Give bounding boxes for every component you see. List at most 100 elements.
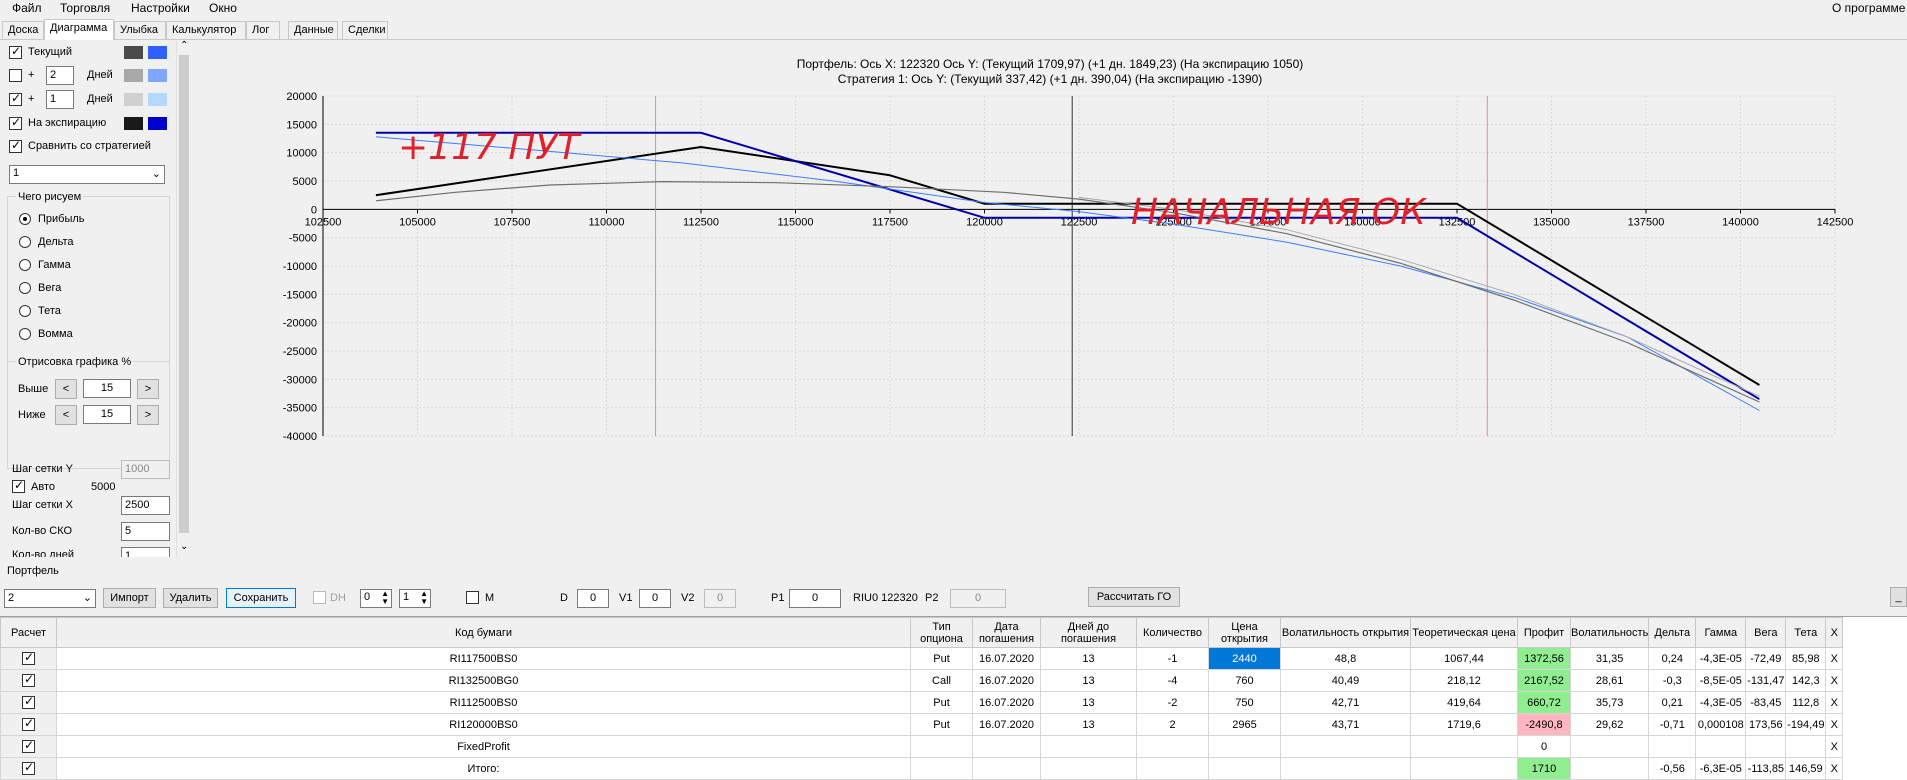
column-header[interactable]: Количество <box>1136 617 1209 648</box>
table-row[interactable]: FixedProfit 0 X <box>0 735 1844 758</box>
tab-smile[interactable]: Улыбка <box>114 21 166 39</box>
calc-checkbox[interactable] <box>22 672 35 687</box>
strategy-select[interactable]: 1 ⌄ <box>9 165 165 184</box>
tab-data[interactable]: Данные <box>288 21 338 39</box>
below-input[interactable]: 15 <box>83 405 131 424</box>
calc-checkbox[interactable] <box>22 694 35 709</box>
calc-checkbox[interactable] <box>22 716 35 731</box>
below-increase-button[interactable]: > <box>137 405 159 425</box>
menu-window[interactable]: Окно <box>209 1 237 15</box>
dh-checkbox[interactable] <box>313 591 326 604</box>
v1-input[interactable]: 0 <box>639 589 671 608</box>
calc-checkbox-cell[interactable] <box>0 691 57 714</box>
table-cell[interactable]: X <box>1825 669 1844 692</box>
column-header[interactable]: Профит <box>1517 617 1571 648</box>
compare-checkbox[interactable] <box>9 138 22 153</box>
calc-checkbox[interactable] <box>22 760 35 775</box>
table-cell[interactable]: X <box>1825 757 1844 780</box>
current-checkbox[interactable] <box>9 44 22 59</box>
column-header[interactable]: Тета <box>1785 617 1827 648</box>
dh2-stepper[interactable]: 1 ▲ ▼ <box>399 589 431 608</box>
table-row[interactable]: RI132500BG0Call16.07.202013-476040,49218… <box>0 669 1844 692</box>
d-input[interactable]: 0 <box>577 589 609 608</box>
calc-checkbox-cell[interactable] <box>0 757 57 780</box>
updown-icon[interactable]: ▲ ▼ <box>420 590 428 606</box>
plus1-color-2[interactable] <box>148 93 167 106</box>
table-cell[interactable]: X <box>1825 713 1844 736</box>
column-header[interactable]: Волатильность открытия <box>1280 617 1411 648</box>
grid-y-input[interactable]: 1000 <box>121 460 170 479</box>
auto-checkbox[interactable] <box>12 478 25 493</box>
column-header[interactable]: Расчет <box>0 617 57 648</box>
calc-checkbox-cell[interactable] <box>0 735 57 758</box>
table-row[interactable]: RI112500BS0Put16.07.202013-275042,71419,… <box>0 691 1844 714</box>
plus2-color-2[interactable] <box>148 69 167 82</box>
scroll-up-icon[interactable]: ⌃ <box>180 40 188 51</box>
radio-theta[interactable] <box>19 305 31 317</box>
settings-scrollbar[interactable]: ⌃ ⌄ <box>176 40 190 557</box>
updown-icon[interactable]: ▲ ▼ <box>381 590 389 606</box>
column-header[interactable]: Теоретическая цена <box>1410 617 1518 648</box>
import-button[interactable]: Импорт <box>103 588 156 608</box>
radio-profit[interactable] <box>19 213 31 225</box>
menu-about[interactable]: О программе <box>1832 1 1905 15</box>
tab-deals[interactable]: Сделки <box>342 21 388 39</box>
above-decrease-button[interactable]: < <box>55 379 77 399</box>
calc-checkbox-cell[interactable] <box>0 669 57 692</box>
plus1-color-1[interactable] <box>124 93 143 106</box>
above-input[interactable]: 15 <box>83 379 131 398</box>
radio-delta[interactable] <box>19 236 31 248</box>
p1-input[interactable]: 0 <box>789 589 841 608</box>
scroll-down-icon[interactable]: ⌄ <box>180 541 188 552</box>
below-decrease-button[interactable]: < <box>55 405 77 425</box>
radio-gamma[interactable] <box>19 259 31 271</box>
tab-board[interactable]: Доска <box>2 21 44 39</box>
plus2-color-1[interactable] <box>124 69 143 82</box>
column-header[interactable]: Дата погашения <box>972 617 1041 648</box>
m-checkbox[interactable] <box>466 591 479 604</box>
days1-input[interactable]: 2 <box>46 66 74 85</box>
column-header[interactable]: X <box>1825 617 1844 648</box>
tab-diagram[interactable]: Диаграмма <box>44 19 114 40</box>
menu-file[interactable]: Файл <box>12 1 42 15</box>
table-cell[interactable]: X <box>1825 691 1844 714</box>
plus2-checkbox[interactable] <box>9 69 22 82</box>
column-header[interactable]: Цена открытия <box>1208 617 1281 648</box>
table-row[interactable]: RI117500BS0Put16.07.202013-1244048,81067… <box>0 647 1844 670</box>
days-count-input[interactable]: 1 <box>121 547 170 557</box>
column-header[interactable]: Код бумаги <box>56 617 911 648</box>
sko-input[interactable]: 5 <box>121 522 170 541</box>
expiry-color-2[interactable] <box>148 117 167 130</box>
radio-vega[interactable] <box>19 282 31 294</box>
p2-input[interactable]: 0 <box>950 589 1006 608</box>
current-color-2[interactable] <box>148 46 167 59</box>
pnl-chart[interactable]: 102500 105000 107500 110000 112500 115000 1175… <box>193 41 1907 557</box>
grid-x-input[interactable]: 2500 <box>121 496 170 515</box>
plus1-checkbox[interactable] <box>9 91 22 106</box>
menu-trade[interactable]: Торговля <box>60 1 110 15</box>
minimize-button[interactable]: _ <box>1890 587 1907 607</box>
portfolio-select[interactable]: 2 ⌄ <box>4 589 96 608</box>
calc-checkbox[interactable] <box>22 650 35 665</box>
table-row[interactable]: RI120000BS0Put16.07.2020132296543,711719… <box>0 713 1844 736</box>
v2-input[interactable]: 0 <box>704 589 736 608</box>
menu-settings[interactable]: Настройки <box>131 1 190 15</box>
calc-margin-button[interactable]: Рассчитать ГО <box>1088 587 1180 607</box>
calc-checkbox-cell[interactable] <box>0 647 57 670</box>
column-header[interactable]: Дельта <box>1648 617 1697 648</box>
expiry-checkbox[interactable] <box>9 115 22 130</box>
column-header[interactable]: Волатильность <box>1569 617 1650 648</box>
calc-checkbox[interactable] <box>22 738 35 753</box>
delete-button[interactable]: Удалить <box>163 588 218 608</box>
above-increase-button[interactable]: > <box>137 379 159 399</box>
radio-vomma[interactable] <box>19 328 31 340</box>
table-row[interactable]: Итого: 1710 -0,56-6,3E-05-113,85146,59X <box>0 757 1844 780</box>
tab-log[interactable]: Лог <box>246 21 280 39</box>
calc-checkbox-cell[interactable] <box>0 713 57 736</box>
table-cell[interactable]: X <box>1825 735 1844 758</box>
dh1-stepper[interactable]: 0 ▲ ▼ <box>360 589 392 608</box>
scroll-thumb[interactable] <box>179 55 189 533</box>
expiry-color-1[interactable] <box>124 117 143 130</box>
column-header[interactable]: Дней до погашения <box>1040 617 1137 648</box>
current-color-1[interactable] <box>124 46 143 59</box>
